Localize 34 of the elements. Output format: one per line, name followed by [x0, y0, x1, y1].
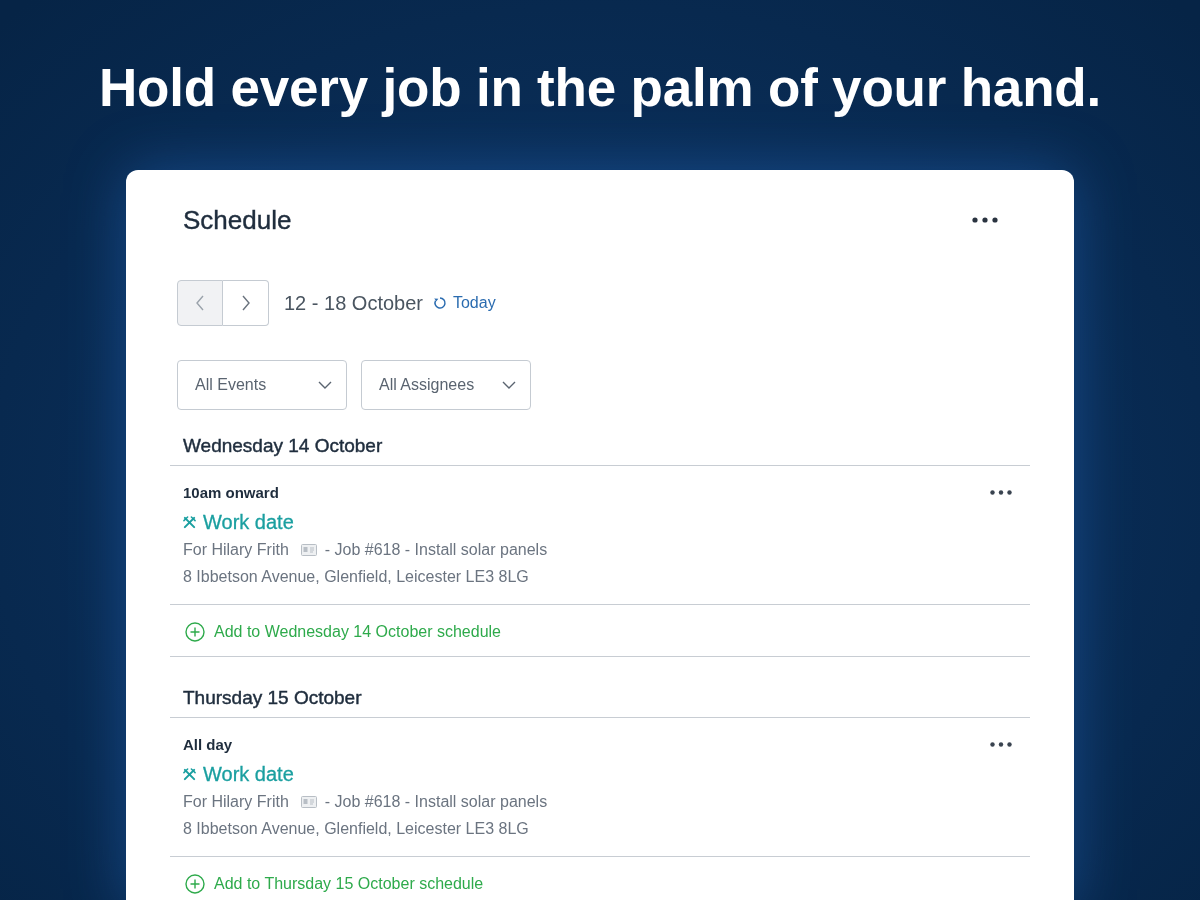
day-heading: Wednesday 14 October [170, 434, 1030, 466]
client-name: For Hilary Frith [183, 792, 289, 812]
chevron-down-icon [318, 381, 332, 389]
job-description: - Job #618 - Install solar panels [324, 792, 548, 812]
chevron-down-icon [502, 381, 516, 389]
event-title[interactable]: Work date [203, 762, 294, 786]
today-link[interactable]: Today [432, 294, 496, 312]
event-address: 8 Ibbetson Avenue, Glenfield, Leicester LE3 8LG [183, 819, 530, 839]
id-card-icon [300, 796, 317, 808]
crossed-tools-icon [183, 515, 196, 529]
more-icon[interactable] [990, 490, 1012, 495]
chevron-left-icon [195, 295, 205, 311]
date-range: 12 - 18 October [284, 291, 423, 315]
add-to-schedule-link[interactable]: Add to Thursday 15 October schedule [185, 874, 484, 894]
filter-dropdown[interactable]: All Assignees [361, 360, 531, 410]
refresh-icon [432, 296, 447, 310]
event-title[interactable]: Work date [203, 510, 294, 534]
schedule-title: Schedule [183, 205, 292, 235]
job-description: - Job #618 - Install solar panels [324, 540, 548, 560]
event-address: 8 Ibbetson Avenue, Glenfield, Leicester LE3 8LG [183, 567, 530, 587]
day-heading: Thursday 15 October [170, 686, 1030, 718]
plus-circle-icon [185, 622, 205, 642]
filter-dropdown[interactable]: All Events [177, 360, 347, 410]
event-time: All day [183, 736, 234, 754]
add-to-schedule-link[interactable]: Add to Wednesday 14 October schedule [185, 622, 501, 642]
more-icon[interactable] [972, 217, 998, 223]
more-icon[interactable] [990, 742, 1012, 747]
crossed-tools-icon [183, 767, 196, 781]
headline: Hold every job in the palm of your hand. [98, 58, 1102, 118]
event-time: 10am onward [183, 484, 280, 502]
client-name: For Hilary Frith [183, 540, 289, 560]
plus-circle-icon [185, 874, 205, 894]
id-card-icon [300, 544, 317, 556]
chevron-right-icon [240, 295, 251, 311]
